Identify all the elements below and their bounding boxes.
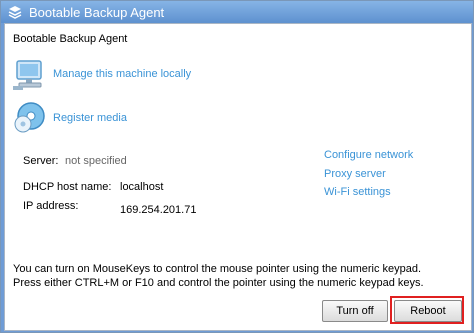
manage-locally-link[interactable]: Manage this machine locally — [53, 68, 191, 80]
ip-label: IP address: — [23, 200, 79, 212]
window-title: Bootable Backup Agent — [29, 5, 165, 20]
register-media-link[interactable]: Register media — [53, 112, 127, 124]
mousekeys-note: You can turn on MouseKeys to control the… — [13, 262, 424, 290]
reboot-highlight — [390, 296, 464, 324]
note-line-1: You can turn on MouseKeys to control the… — [13, 263, 422, 275]
wifi-settings-link[interactable]: Wi-Fi settings — [324, 186, 391, 198]
note-line-2: Press either CTRL+M or F10 and control t… — [13, 277, 424, 289]
dhcp-value: localhost — [120, 181, 164, 193]
title-bar: Bootable Backup Agent — [1, 1, 473, 23]
turn-off-button[interactable]: Turn off — [322, 300, 388, 322]
media-disc-icon — [14, 102, 45, 133]
proxy-server-link[interactable]: Proxy server — [324, 168, 386, 180]
app-window: Bootable Backup Agent Bootable Backup Ag… — [0, 0, 474, 333]
dhcp-label: DHCP host name: — [23, 181, 112, 193]
computer-icon — [13, 60, 42, 90]
server-value: not specified — [65, 155, 127, 167]
ip-value: 169.254.201.71 — [120, 204, 197, 216]
server-label: Server: — [23, 155, 59, 167]
configure-network-link[interactable]: Configure network — [324, 149, 413, 161]
main-panel: Bootable Backup Agent Manage this machin… — [4, 23, 472, 331]
layers-icon — [8, 6, 22, 19]
panel-header: Bootable Backup Agent — [13, 33, 128, 45]
